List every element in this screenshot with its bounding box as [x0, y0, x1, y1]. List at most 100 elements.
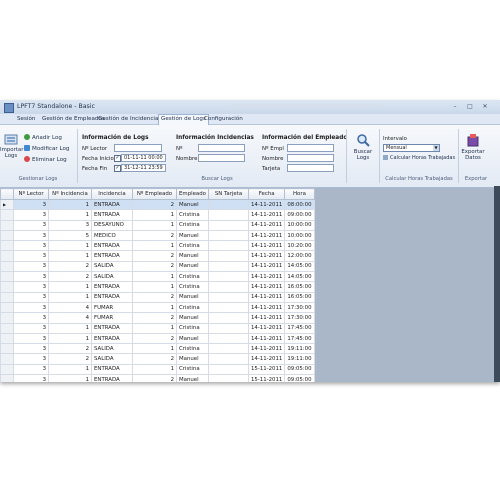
table-cell[interactable]	[208, 271, 249, 283]
row-header[interactable]	[0, 363, 14, 376]
tab-sesion[interactable]: Sesión	[15, 115, 37, 124]
table-cell[interactable]: ENTRADA	[91, 291, 133, 303]
table-cell[interactable]: 2	[132, 374, 177, 382]
table-cell[interactable]	[208, 312, 249, 324]
table-cell[interactable]: MEDICO	[91, 229, 133, 242]
row-header[interactable]	[0, 353, 14, 365]
col-header[interactable]: SN Tarjeta	[208, 188, 249, 200]
table-cell[interactable]: SALIDA	[91, 271, 133, 283]
table-cell[interactable]: ENTRADA	[91, 198, 133, 211]
table-cell[interactable]: 1	[132, 281, 177, 293]
table-cell[interactable]: 1	[48, 322, 92, 334]
table-cell[interactable]: 14-11-2011	[247, 343, 286, 355]
table-cell[interactable]: Manuel	[176, 353, 209, 365]
row-header[interactable]	[0, 322, 14, 334]
table-row[interactable]: 3 2 SALIDA 2 Manuel 14-11-2011 19:11:00	[0, 353, 315, 365]
table-cell[interactable]	[208, 291, 249, 303]
table-cell[interactable]: 2	[132, 312, 177, 324]
table-row[interactable]: 3 1 ENTRADA 1 Cristina 14-11-2011 16:05:00	[0, 281, 315, 293]
modify-log-button[interactable]: Modificar Log	[24, 145, 69, 152]
row-header[interactable]	[0, 312, 14, 324]
row-header[interactable]	[0, 219, 14, 231]
import-logs-button[interactable]: Importar Logs	[0, 133, 23, 159]
table-cell[interactable]: 16:05:00	[284, 281, 315, 293]
table-cell[interactable]: 2	[132, 353, 177, 365]
table-cell[interactable]: Cristina	[176, 343, 209, 355]
table-row[interactable]: 3 1 ENTRADA 2 Manuel 15-11-2011 09:05:00	[0, 374, 315, 382]
table-cell[interactable]: 2	[48, 343, 92, 355]
table-cell[interactable]: 1	[132, 271, 177, 283]
table-cell[interactable]: 3	[13, 281, 49, 293]
table-row[interactable]: 3 2 SALIDA 1 Cristina 14-11-2011 14:05:00	[0, 271, 315, 283]
table-row[interactable]: 3 4 FUMAR 2 Manuel 14-11-2011 17:30:00	[0, 312, 315, 324]
row-header[interactable]	[0, 260, 14, 273]
table-row[interactable]: 3 4 FUMAR 1 Cristina 14-11-2011 17:30:00	[0, 301, 315, 314]
col-header[interactable]: Fecha	[247, 188, 286, 200]
table-cell[interactable]: ENTRADA	[91, 374, 133, 382]
fecha-fin-picker[interactable]: 31-12-11 23:59	[121, 164, 166, 172]
table-cell[interactable]: Cristina	[176, 240, 209, 252]
table-cell[interactable]: 3	[13, 219, 49, 231]
table-cell[interactable]: ENTRADA	[91, 322, 133, 334]
table-cell[interactable]: 3	[13, 363, 49, 376]
table-row[interactable]: ▶ 3 1 ENTRADA 2 Manuel 14-11-2011 08:00:00	[0, 198, 315, 211]
table-cell[interactable]: 09:05:00	[284, 363, 315, 376]
table-cell[interactable]: 1	[48, 209, 92, 221]
table-cell[interactable]: 15-11-2011	[247, 363, 286, 376]
row-header[interactable]	[0, 229, 14, 242]
current-row-indicator[interactable]: ▶	[0, 198, 14, 211]
table-cell[interactable]: 1	[48, 291, 92, 303]
minimize-icon[interactable]: –	[448, 103, 462, 110]
table-cell[interactable]: Cristina	[176, 271, 209, 283]
tab-configuracion[interactable]: Configuración	[202, 115, 245, 124]
table-cell[interactable]: 1	[132, 240, 177, 252]
table-row[interactable]: 3 1 ENTRADA 2 Manuel 14-11-2011 16:05:00	[0, 291, 315, 303]
table-cell[interactable]: 17:30:00	[284, 301, 315, 314]
table-cell[interactable]: 1	[48, 198, 92, 211]
empleado-num-input[interactable]	[287, 144, 334, 152]
table-cell[interactable]: ENTRADA	[91, 240, 133, 252]
table-cell[interactable]: 2	[48, 353, 92, 365]
table-cell[interactable]: 14-11-2011	[247, 291, 286, 303]
table-cell[interactable]: 14-11-2011	[247, 209, 286, 221]
table-cell[interactable]	[208, 301, 249, 314]
table-cell[interactable]: 1	[132, 209, 177, 221]
table-cell[interactable]: 14-11-2011	[247, 240, 286, 252]
table-cell[interactable]: 1	[132, 363, 177, 376]
table-cell[interactable]: 17:45:00	[284, 322, 315, 334]
table-cell[interactable]: 3	[13, 198, 49, 211]
export-data-button[interactable]: Exportar Datos	[460, 133, 486, 161]
row-header[interactable]	[0, 374, 14, 382]
table-cell[interactable]	[208, 250, 249, 262]
table-cell[interactable]: 16:05:00	[284, 291, 315, 303]
table-row[interactable]: 3 2 SALIDA 2 Manuel 14-11-2011 14:05:00	[0, 260, 315, 273]
table-row[interactable]: 3 5 MEDICO 2 Manuel 14-11-2011 10:00:00	[0, 229, 315, 242]
table-cell[interactable]: 3	[13, 343, 49, 355]
col-header[interactable]: Incidencia	[91, 188, 133, 200]
table-cell[interactable]: 1	[132, 301, 177, 314]
table-cell[interactable]: 19:11:00	[284, 353, 315, 365]
table-cell[interactable]: 14-11-2011	[247, 198, 286, 211]
table-cell[interactable]	[208, 229, 249, 242]
table-cell[interactable]	[208, 219, 249, 231]
col-header[interactable]: Nº Incidencia	[48, 188, 92, 200]
table-cell[interactable]: FUMAR	[91, 312, 133, 324]
table-cell[interactable]: 3	[13, 271, 49, 283]
row-header[interactable]	[0, 271, 14, 283]
table-cell[interactable]: Manuel	[176, 312, 209, 324]
table-cell[interactable]: 09:05:00	[284, 374, 315, 382]
table-cell[interactable]: 3	[13, 322, 49, 334]
table-cell[interactable]: SALIDA	[91, 343, 133, 355]
table-cell[interactable]: 1	[132, 219, 177, 231]
table-cell[interactable]: 3	[13, 374, 49, 382]
maximize-icon[interactable]: □	[463, 103, 477, 110]
table-cell[interactable]: Manuel	[176, 229, 209, 242]
table-cell[interactable]: 3	[13, 332, 49, 345]
table-cell[interactable]: ENTRADA	[91, 332, 133, 345]
table-cell[interactable]	[208, 374, 249, 382]
table-cell[interactable]: 1	[48, 250, 92, 262]
table-row[interactable]: 3 1 ENTRADA 1 Cristina 14-11-2011 09:00:00	[0, 209, 315, 221]
table-cell[interactable]: 14-11-2011	[247, 271, 286, 283]
table-cell[interactable]	[208, 332, 249, 345]
intervalo-select[interactable]: Mensual ▼	[383, 144, 440, 152]
